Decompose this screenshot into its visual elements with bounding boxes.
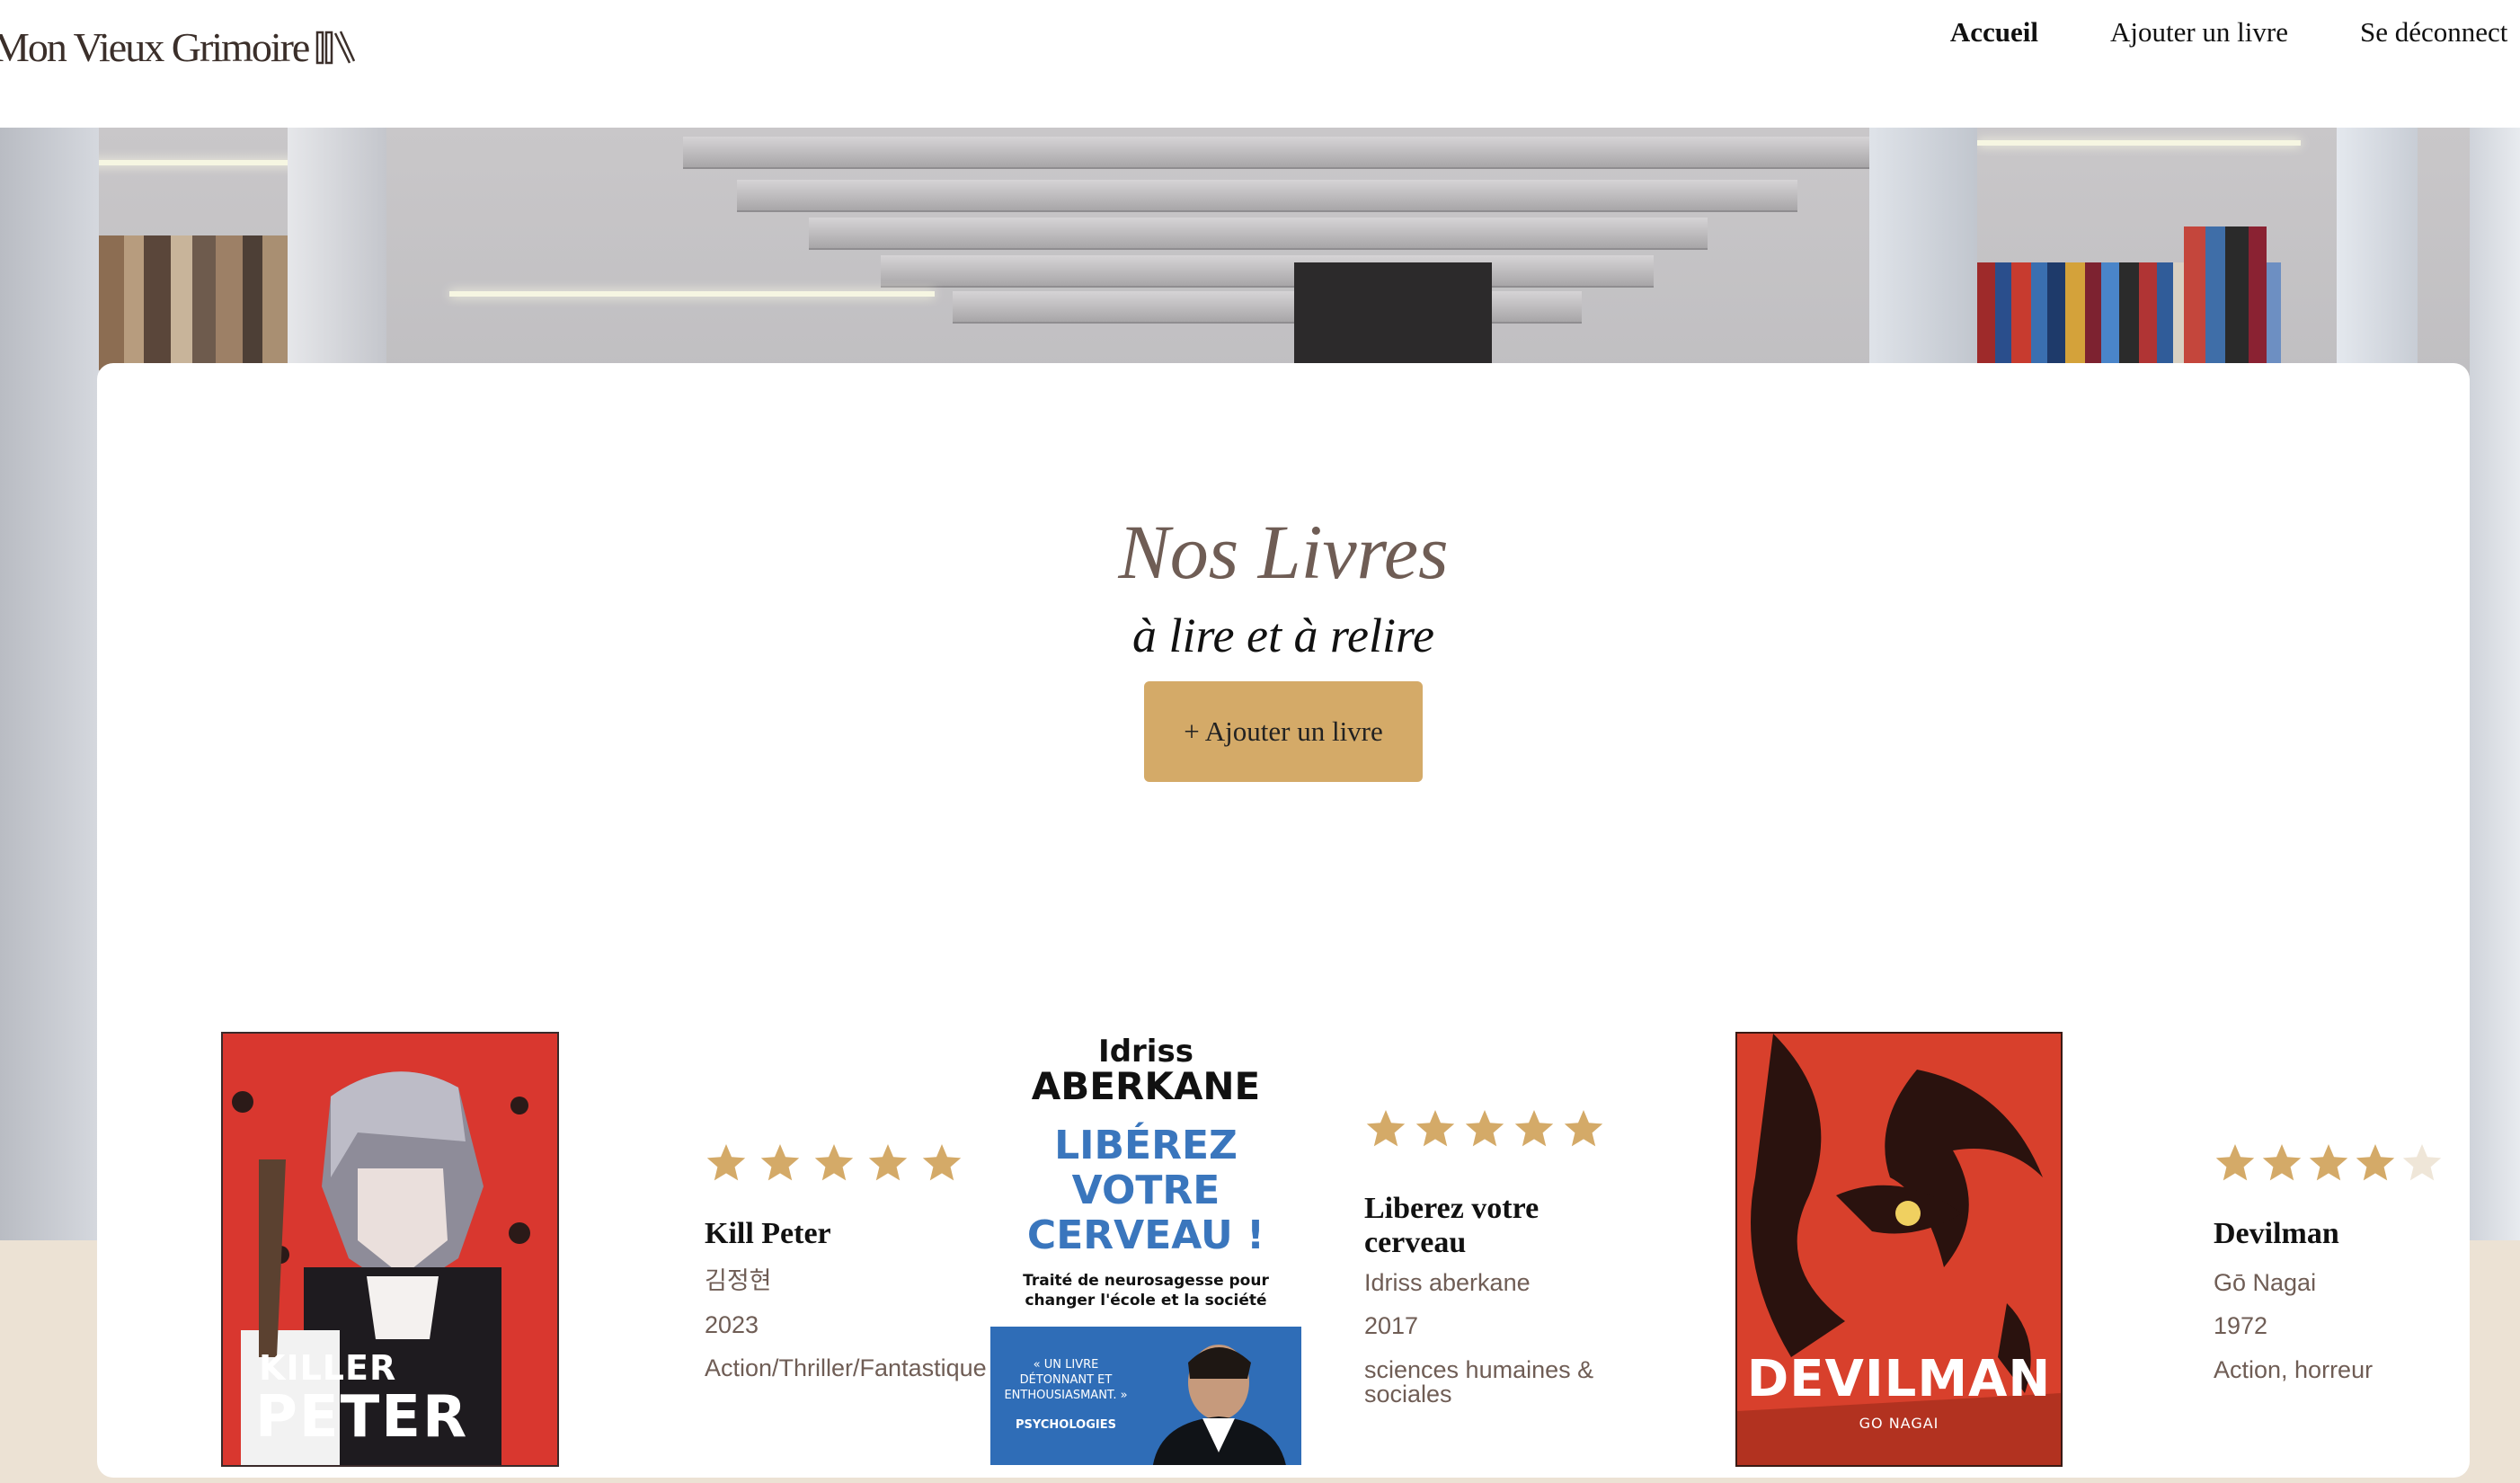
star-icon — [2215, 1144, 2255, 1181]
star-icon — [1366, 1110, 1406, 1147]
book-year: 2023 — [705, 1311, 759, 1338]
site-logo[interactable]: Mon Vieux Grimoire — [0, 20, 356, 74]
star-icon — [2402, 1144, 2442, 1181]
book-cover-devilman[interactable]: DEVILMAN GO NAGAI — [1735, 1032, 2063, 1467]
star-icon — [1465, 1110, 1504, 1147]
cover-photo-band: « UN LIVRE DÉTONNANT ET ENTHOUSIASMANT. … — [990, 1327, 1301, 1465]
book-item[interactable]: Idriss ABERKANE LIBÉREZ VOTRE CERVEAU ! … — [990, 1034, 1763, 1483]
book-title: Liberez votre cerveau — [1364, 1192, 1540, 1259]
book-author: Gō Nagai — [2214, 1269, 2317, 1296]
book-author: Idriss aberkane — [1364, 1269, 1531, 1296]
cover-author: GO NAGAI — [1859, 1415, 1939, 1432]
rating-stars — [705, 1141, 963, 1185]
book-cover-kill-peter[interactable]: KILLER PETER — [221, 1032, 559, 1467]
author-photo — [1153, 1345, 1286, 1465]
page-title: Nos Livres — [1118, 509, 1449, 595]
book-title: Kill Peter — [705, 1217, 831, 1250]
rating-stars — [1364, 1107, 1605, 1150]
nav-accueil[interactable]: Accueil — [1950, 16, 2038, 49]
cover-title-line2: PETER — [255, 1384, 469, 1451]
books-icon — [316, 31, 356, 65]
book-cover-liberez-votre-cerveau[interactable]: Idriss ABERKANE LIBÉREZ VOTRE CERVEAU ! … — [990, 1034, 1301, 1465]
star-icon — [2262, 1144, 2302, 1181]
cover-tagline: Traité de neurosagesse pour changer l'éc… — [1023, 1272, 1269, 1310]
star-icon — [706, 1144, 746, 1181]
logo-text: Mon Vieux Grimoire — [0, 23, 310, 70]
nav-ajouter-livre[interactable]: Ajouter un livre — [2110, 16, 2288, 49]
cover-title-line1: KILLER — [259, 1348, 397, 1388]
star-icon — [2356, 1144, 2395, 1181]
cover-author-last: ABERKANE — [1031, 1064, 1261, 1108]
book-genre: Action/Thriller/Fantastique — [705, 1354, 987, 1381]
nav-deconnexion[interactable]: Se déconnect — [2360, 16, 2520, 49]
star-icon — [760, 1144, 800, 1181]
book-item[interactable]: KILLER PETER Kill Peter 김정현 2023 Action/… — [221, 1032, 996, 1483]
rating-stars — [2214, 1141, 2444, 1185]
site-header: Mon Vieux Grimoire Accueil Ajouter un li… — [0, 0, 2520, 128]
book-year: 1972 — [2214, 1312, 2268, 1339]
star-icon — [1514, 1110, 1554, 1147]
star-icon — [868, 1144, 908, 1181]
add-book-button[interactable]: + Ajouter un livre — [1144, 681, 1423, 782]
star-icon — [1415, 1110, 1455, 1147]
book-year: 2017 — [1364, 1312, 1419, 1339]
cover-title-1: LIBÉREZ — [1054, 1123, 1238, 1168]
star-icon — [814, 1144, 854, 1181]
star-icon — [1564, 1110, 1603, 1147]
cover-title-3: CERVEAU ! — [1026, 1212, 1265, 1258]
books-card: Nos Livres à lire et à relire + Ajouter … — [97, 363, 2470, 1478]
book-author: 김정현 — [705, 1267, 772, 1294]
book-genre: sciences humaines & sociales — [1364, 1356, 1594, 1408]
cover-title-2: VOTRE — [1071, 1168, 1220, 1213]
main-nav: Accueil Ajouter un livre Se déconnect — [1950, 16, 2520, 49]
page-subtitle: à lire et à relire — [1132, 608, 1434, 662]
book-genre: Action, horreur — [2214, 1356, 2374, 1383]
star-icon — [2309, 1144, 2348, 1181]
book-title: Devilman — [2214, 1217, 2339, 1250]
book-item[interactable]: DEVILMAN GO NAGAI Devilman Gō Nagai 1972… — [1735, 1032, 2474, 1483]
star-icon — [922, 1144, 962, 1181]
cover-title: DEVILMAN — [1746, 1350, 2052, 1408]
